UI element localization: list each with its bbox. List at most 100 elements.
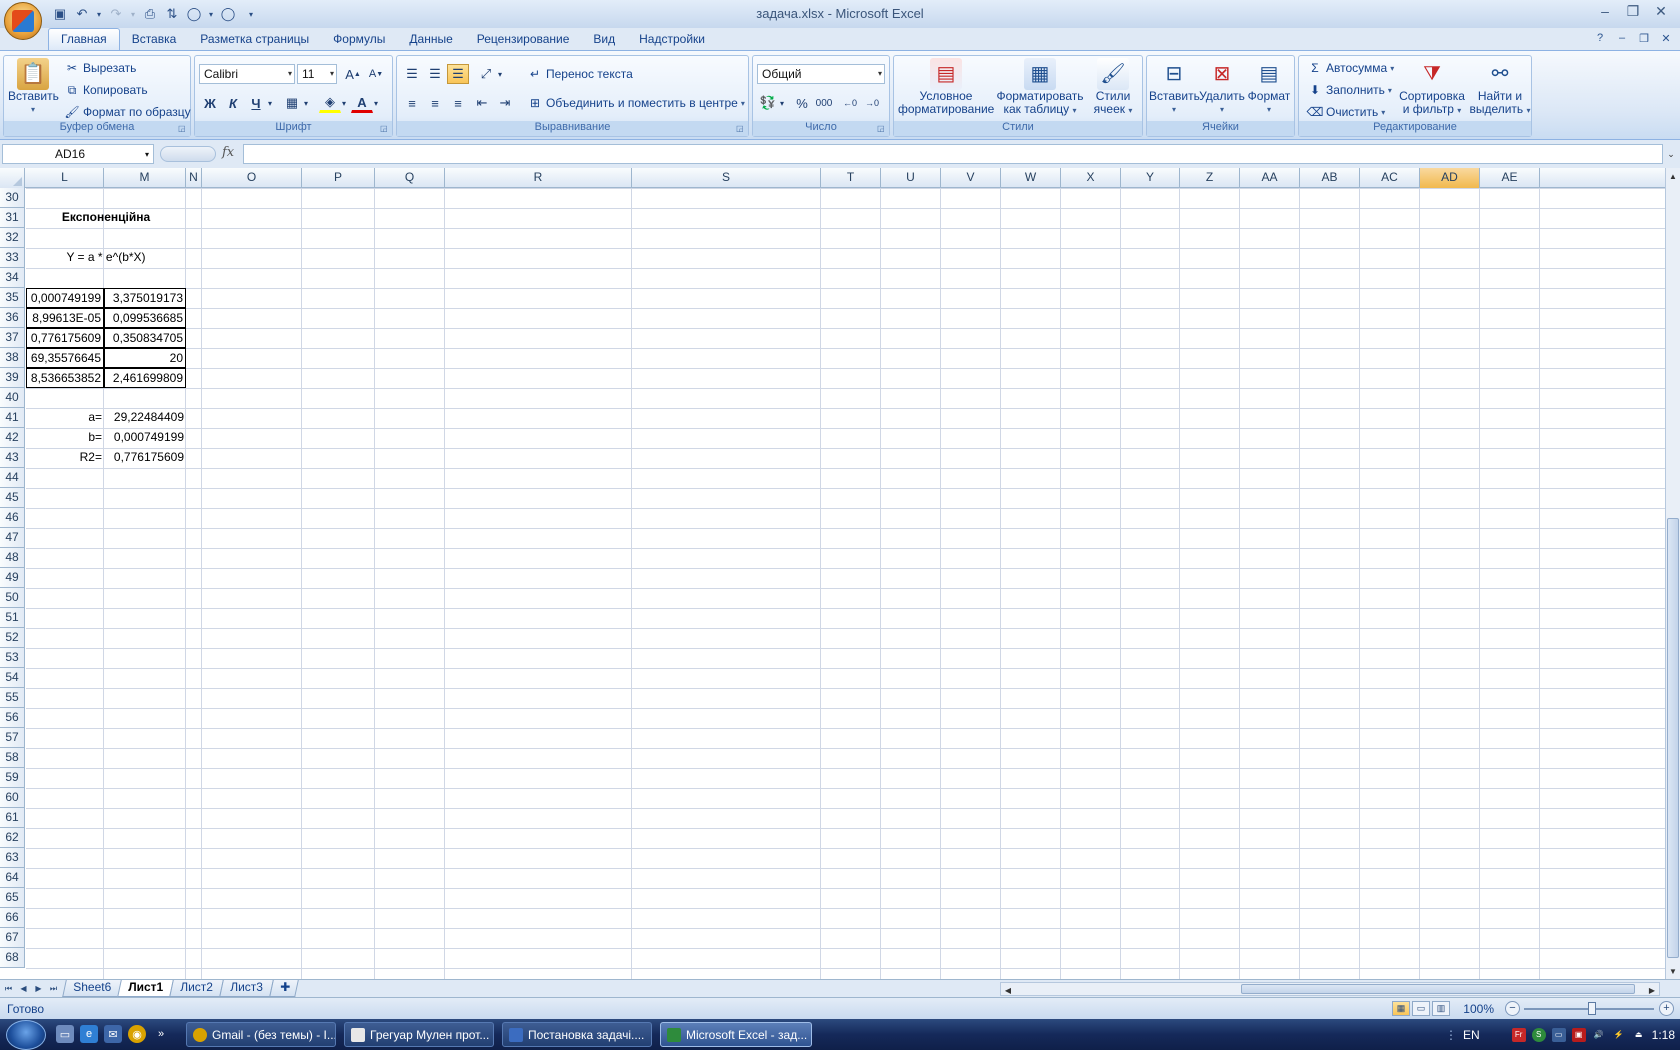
cell-m35[interactable]: 3,375019173 bbox=[104, 288, 186, 308]
row-header-56[interactable]: 56 bbox=[0, 708, 25, 728]
tab-review[interactable]: Рецензирование bbox=[465, 29, 582, 50]
cell-l41[interactable]: a= bbox=[26, 408, 104, 428]
delete-cells-button[interactable]: ⊠ Удалить ▾ bbox=[1199, 58, 1245, 116]
dialog-launcher-icon[interactable]: ◲ bbox=[877, 124, 887, 134]
tab-formulas[interactable]: Формулы bbox=[321, 29, 397, 50]
fill-button[interactable]: ⬇ Заполнить ▾ bbox=[1307, 82, 1392, 98]
row-header-62[interactable]: 62 bbox=[0, 828, 25, 848]
cell-l42[interactable]: b= bbox=[26, 428, 104, 448]
cell-l37[interactable]: 0,776175609 bbox=[26, 328, 104, 348]
currency-dropdown-icon[interactable]: ▾ bbox=[777, 93, 787, 113]
format-painter-button[interactable]: 🖌 Формат по образцу bbox=[64, 104, 190, 120]
zoom-level[interactable]: 100% bbox=[1463, 1002, 1494, 1016]
percent-icon[interactable]: % bbox=[791, 93, 813, 113]
row-header-68[interactable]: 68 bbox=[0, 948, 25, 968]
column-header-r[interactable]: R bbox=[445, 168, 632, 188]
row-header-63[interactable]: 63 bbox=[0, 848, 25, 868]
more-quick-launch-icon[interactable]: » bbox=[152, 1025, 170, 1043]
cut-button[interactable]: ✂ Вырезать bbox=[64, 60, 136, 76]
column-header-ad[interactable]: AD bbox=[1420, 168, 1480, 188]
restore-icon[interactable]: ❐ bbox=[1620, 2, 1646, 20]
row-header-40[interactable]: 40 bbox=[0, 388, 25, 408]
clear-button[interactable]: ⌫ Очистить ▾ bbox=[1307, 104, 1386, 120]
scroll-right-icon[interactable]: ▶ bbox=[1646, 983, 1658, 997]
borders-icon[interactable]: ▦ bbox=[281, 93, 303, 113]
row-header-48[interactable]: 48 bbox=[0, 548, 25, 568]
row-header-61[interactable]: 61 bbox=[0, 808, 25, 828]
row-header-50[interactable]: 50 bbox=[0, 588, 25, 608]
first-sheet-icon[interactable]: ⏮ bbox=[2, 982, 15, 995]
row-header-31[interactable]: 31 bbox=[0, 208, 25, 228]
task-excel[interactable]: Microsoft Excel - зад... bbox=[660, 1022, 812, 1047]
column-header-t[interactable]: T bbox=[821, 168, 881, 188]
dialog-launcher-icon[interactable]: ◲ bbox=[178, 124, 188, 134]
sheet-tab-list2[interactable]: Лист2 bbox=[169, 980, 224, 997]
cell-l31[interactable]: Експоненційна bbox=[26, 208, 186, 228]
column-header-ab[interactable]: AB bbox=[1300, 168, 1360, 188]
cell-m37[interactable]: 0,350834705 bbox=[104, 328, 186, 348]
formula-input[interactable] bbox=[243, 144, 1663, 164]
tab-view[interactable]: Вид bbox=[581, 29, 627, 50]
row-header-58[interactable]: 58 bbox=[0, 748, 25, 768]
cell-l38[interactable]: 69,35576645 bbox=[26, 348, 104, 368]
row-header-36[interactable]: 36 bbox=[0, 308, 25, 328]
orientation-icon[interactable]: ⤢ bbox=[475, 64, 497, 84]
column-header-aa[interactable]: AA bbox=[1240, 168, 1300, 188]
row-header-46[interactable]: 46 bbox=[0, 508, 25, 528]
font-color-icon[interactable]: A bbox=[351, 93, 373, 113]
column-header-q[interactable]: Q bbox=[375, 168, 445, 188]
align-top-icon[interactable]: ☰ bbox=[401, 64, 423, 84]
bold-button[interactable]: Ж bbox=[199, 93, 221, 113]
cell-m42[interactable]: 0,000749199 bbox=[104, 428, 186, 448]
row-header-53[interactable]: 53 bbox=[0, 648, 25, 668]
wb-minimize-icon[interactable]: – bbox=[1614, 30, 1630, 46]
row-header-66[interactable]: 66 bbox=[0, 908, 25, 928]
scroll-up-icon[interactable]: ▲ bbox=[1667, 169, 1679, 183]
shrink-font-icon[interactable]: A ▼ bbox=[365, 64, 387, 84]
column-header-u[interactable]: U bbox=[881, 168, 941, 188]
cell-l39[interactable]: 8,536653852 bbox=[26, 368, 104, 388]
merge-center-button[interactable]: ⊞ Объединить и поместить в центре ▾ bbox=[527, 95, 745, 111]
row-header-34[interactable]: 34 bbox=[0, 268, 25, 288]
tray-app-icon[interactable]: Fr bbox=[1511, 1027, 1526, 1042]
sheet-tab-list3[interactable]: Лист3 bbox=[219, 980, 274, 997]
align-left-icon[interactable]: ≡ bbox=[401, 93, 423, 113]
minimize-icon[interactable]: – bbox=[1592, 2, 1618, 20]
increase-decimal-icon[interactable]: ←0 bbox=[839, 93, 861, 113]
align-center-icon[interactable]: ≡ bbox=[424, 93, 446, 113]
decrease-indent-icon[interactable]: ⇤ bbox=[471, 93, 493, 113]
format-as-table-button[interactable]: ▦ Форматировать как таблицу ▾ bbox=[996, 58, 1084, 117]
font-color-dropdown-icon[interactable]: ▾ bbox=[371, 93, 381, 113]
column-header-o[interactable]: O bbox=[202, 168, 302, 188]
row-header-35[interactable]: 35 bbox=[0, 288, 25, 308]
align-bottom-icon[interactable]: ☰ bbox=[447, 64, 469, 84]
fill-color-icon[interactable]: ◈ bbox=[319, 93, 341, 113]
tab-insert[interactable]: Вставка bbox=[120, 29, 189, 50]
thousands-icon[interactable]: 000 bbox=[813, 93, 835, 113]
column-header-w[interactable]: W bbox=[1001, 168, 1061, 188]
cell-l43[interactable]: R2= bbox=[26, 448, 104, 468]
row-header-33[interactable]: 33 bbox=[0, 248, 25, 268]
row-header-44[interactable]: 44 bbox=[0, 468, 25, 488]
italic-button[interactable]: К bbox=[222, 93, 244, 113]
scroll-left-icon[interactable]: ◀ bbox=[1002, 983, 1014, 997]
sort-filter-button[interactable]: ⧩ Сортировка и фильтр ▾ bbox=[1397, 58, 1467, 117]
scroll-down-icon[interactable]: ▼ bbox=[1667, 964, 1679, 978]
insert-function-icon[interactable]: fx bbox=[222, 145, 234, 160]
row-header-47[interactable]: 47 bbox=[0, 528, 25, 548]
underline-dropdown-icon[interactable]: ▾ bbox=[265, 93, 275, 113]
cell-m41[interactable]: 29,22484409 bbox=[104, 408, 186, 428]
insert-cells-button[interactable]: ⊟ Вставить ▾ bbox=[1149, 58, 1200, 116]
row-header-32[interactable]: 32 bbox=[0, 228, 25, 248]
help-icon[interactable]: ? bbox=[1592, 30, 1608, 46]
row-header-59[interactable]: 59 bbox=[0, 768, 25, 788]
dialog-launcher-icon[interactable]: ◲ bbox=[736, 124, 746, 134]
column-header-v[interactable]: V bbox=[941, 168, 1001, 188]
network-icon[interactable]: ▭ bbox=[1551, 1027, 1566, 1042]
vertical-scroll-thumb[interactable] bbox=[1667, 518, 1679, 958]
number-format-combo[interactable]: Общий ▾ bbox=[757, 64, 885, 84]
wb-restore-icon[interactable]: ❐ bbox=[1636, 30, 1652, 46]
conditional-formatting-button[interactable]: ▤ Условное форматирование ▾ bbox=[898, 58, 994, 130]
row-header-45[interactable]: 45 bbox=[0, 488, 25, 508]
start-button[interactable] bbox=[6, 1020, 46, 1050]
